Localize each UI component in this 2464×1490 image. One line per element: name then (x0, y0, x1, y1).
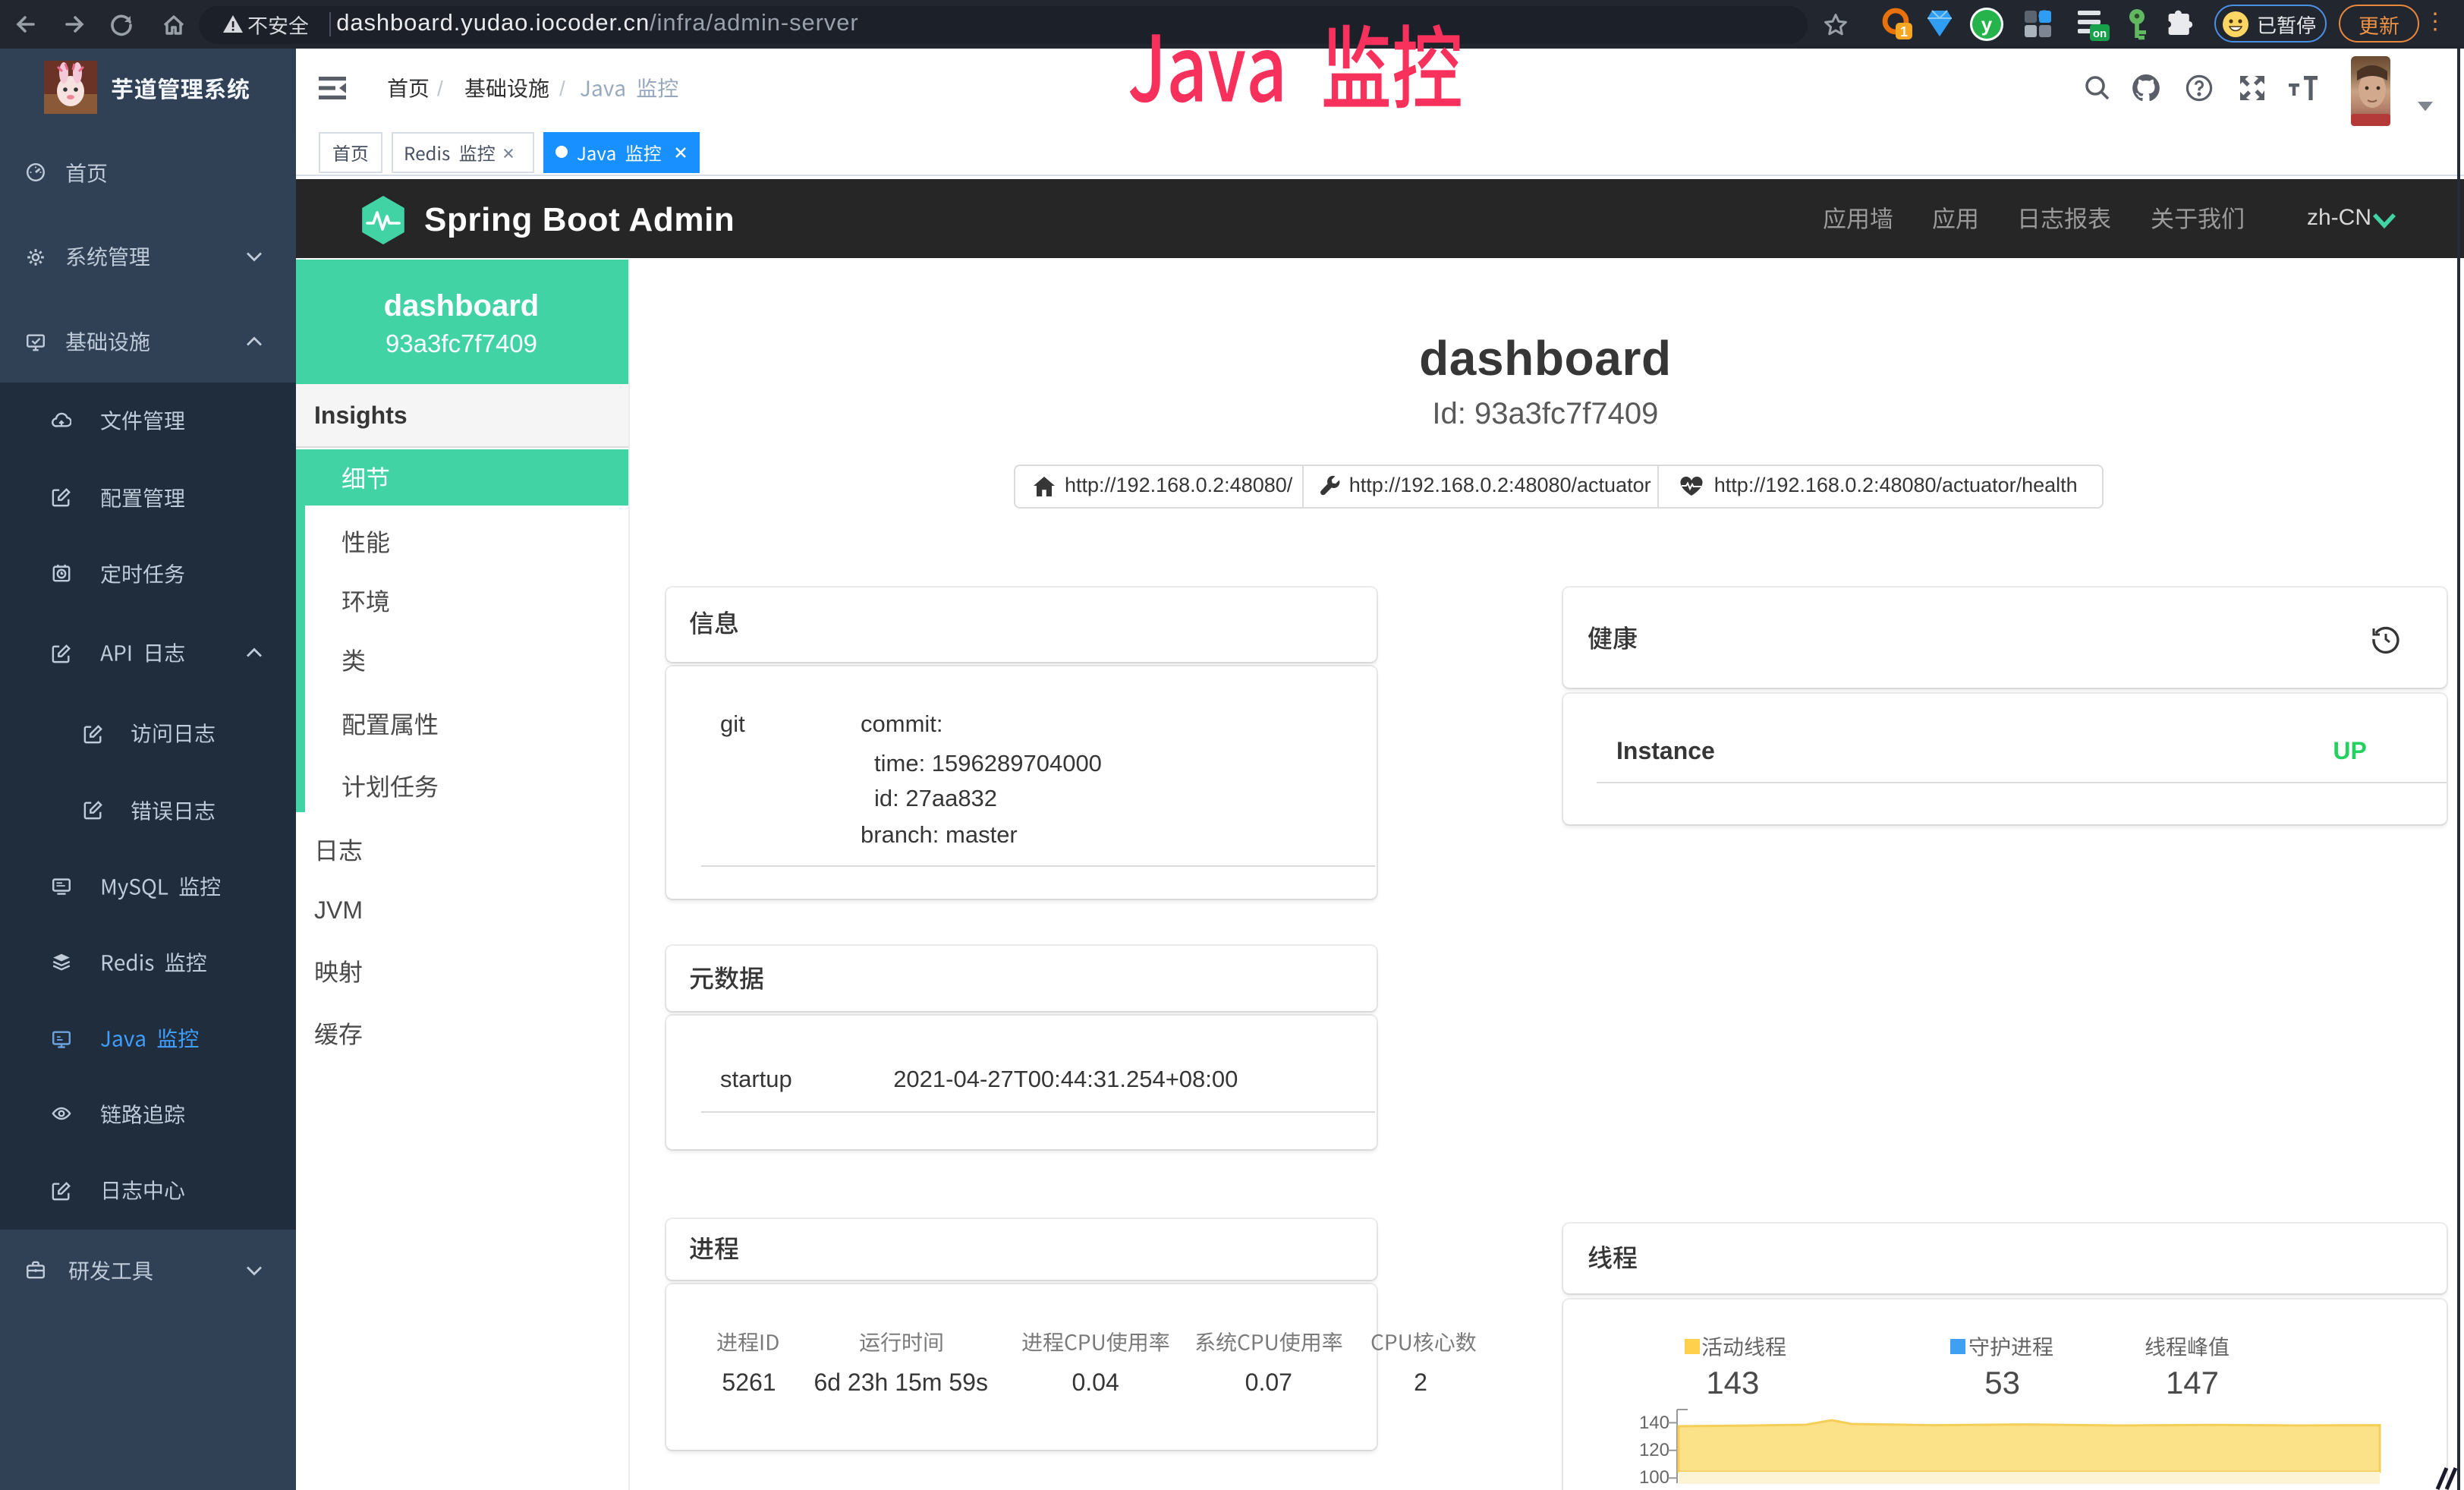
svg-text:y: y (1981, 13, 1993, 36)
svg-text:1: 1 (1900, 24, 1908, 39)
svg-text:on: on (2093, 27, 2107, 40)
